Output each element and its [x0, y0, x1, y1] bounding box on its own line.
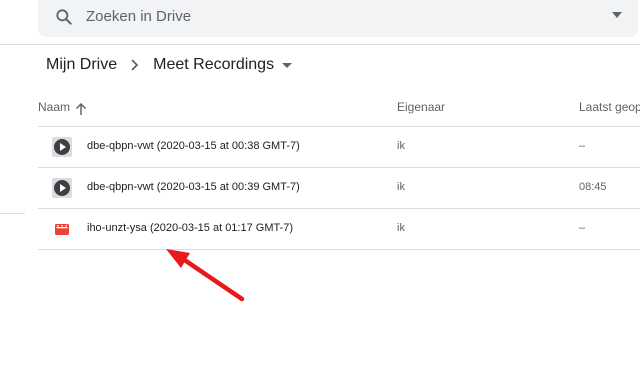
- file-owner: ik: [397, 140, 405, 152]
- breadcrumb: Mijn Drive Meet Recordings: [46, 54, 296, 76]
- sidebar-divider: [0, 213, 25, 214]
- breadcrumb-current-folder[interactable]: Meet Recordings: [153, 56, 274, 74]
- column-header-last-opened[interactable]: Laatst geope: [579, 100, 640, 114]
- file-last-opened: 08:45: [579, 181, 607, 193]
- search-options-dropdown-icon[interactable]: [611, 10, 623, 20]
- header-divider: [0, 44, 640, 45]
- search-input[interactable]: [86, 3, 486, 29]
- file-name[interactable]: dbe-qbpn-vwt (2020-03-15 at 00:39 GMT-7): [87, 181, 300, 193]
- file-name[interactable]: iho-unzt-ysa (2020-03-15 at 01:17 GMT-7): [87, 222, 293, 234]
- file-owner: ik: [397, 222, 405, 234]
- search-icon[interactable]: [54, 7, 74, 27]
- search-bar[interactable]: [38, 0, 638, 37]
- video-play-icon: [52, 178, 72, 198]
- file-name[interactable]: dbe-qbpn-vwt (2020-03-15 at 00:38 GMT-7): [87, 140, 300, 152]
- file-row[interactable]: iho-unzt-ysa (2020-03-15 at 01:17 GMT-7)…: [38, 209, 640, 250]
- chevron-right-icon: [131, 59, 139, 71]
- folder-menu-dropdown-icon[interactable]: [278, 54, 296, 76]
- file-last-opened: –: [579, 222, 586, 234]
- file-row[interactable]: dbe-qbpn-vwt (2020-03-15 at 00:38 GMT-7)…: [38, 127, 640, 168]
- sort-ascending-arrow-icon[interactable]: [75, 102, 87, 116]
- file-owner: ik: [397, 181, 405, 193]
- video-file-icon: [55, 224, 69, 235]
- breadcrumb-root[interactable]: Mijn Drive: [46, 56, 117, 74]
- file-last-opened: –: [579, 140, 586, 152]
- column-header-owner[interactable]: Eigenaar: [397, 100, 445, 114]
- column-header-name[interactable]: Naam: [38, 100, 70, 114]
- video-play-icon: [52, 137, 72, 157]
- file-row[interactable]: dbe-qbpn-vwt (2020-03-15 at 00:39 GMT-7)…: [38, 168, 640, 209]
